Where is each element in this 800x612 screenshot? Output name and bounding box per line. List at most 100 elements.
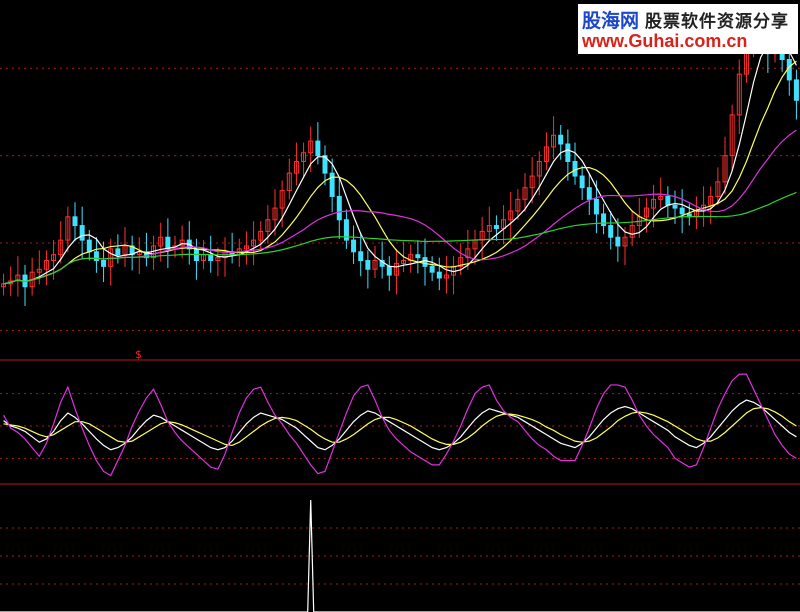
candle <box>229 232 235 264</box>
candle-body <box>436 271 442 279</box>
candle <box>43 250 49 285</box>
candle <box>29 257 35 296</box>
candle <box>736 59 742 135</box>
candle-body <box>165 236 171 250</box>
candle-body <box>79 225 85 241</box>
stock-chart <box>0 7 800 612</box>
candle <box>8 266 14 297</box>
candle <box>36 250 42 285</box>
candle <box>65 206 71 253</box>
candle <box>551 116 557 160</box>
watermark-description: 股票软件资源分享 <box>645 12 790 32</box>
candle <box>451 256 457 295</box>
watermark-url: www.Guhai.com.cn <box>582 31 748 51</box>
candle-body <box>351 239 357 253</box>
candle <box>543 132 549 171</box>
candle <box>522 173 528 212</box>
candle <box>508 192 514 239</box>
candle-body <box>93 251 99 262</box>
kdj-d-line <box>3 407 797 447</box>
candle <box>358 232 364 277</box>
candle <box>365 250 371 289</box>
candle <box>408 244 414 273</box>
candle <box>243 231 249 265</box>
candle-body <box>115 248 121 256</box>
candle <box>658 177 664 209</box>
kdj-j-line <box>3 373 797 477</box>
candle <box>1 273 7 296</box>
candle-body <box>101 260 107 267</box>
candle-body <box>315 140 321 157</box>
candle-body <box>365 260 371 270</box>
candle <box>493 215 499 241</box>
candle <box>22 264 28 306</box>
candle <box>72 202 78 242</box>
candle <box>701 186 707 227</box>
candle <box>151 235 157 270</box>
candle <box>629 211 635 246</box>
candle <box>386 256 392 291</box>
candle-body <box>386 265 392 276</box>
candle <box>486 206 492 241</box>
candle <box>479 216 485 260</box>
candle <box>186 221 192 265</box>
candle <box>579 165 585 200</box>
candle <box>393 248 399 295</box>
kdj-indicator <box>3 373 797 477</box>
candle <box>436 257 442 291</box>
candle <box>308 126 314 172</box>
candle <box>608 211 614 250</box>
candle <box>108 238 114 286</box>
candle-body <box>579 175 585 189</box>
candle <box>443 256 449 294</box>
candle-body <box>565 143 571 162</box>
candle-body <box>336 195 342 221</box>
watermark-logo: 股海网 股票软件资源分享 www.Guhai.com.cn <box>578 4 798 54</box>
candle <box>729 104 735 172</box>
candle <box>665 186 671 218</box>
candle <box>336 177 342 239</box>
candle-body <box>615 236 621 247</box>
candle <box>179 225 185 259</box>
candle-body <box>429 265 435 273</box>
candle-body <box>558 134 564 145</box>
candle <box>793 69 799 120</box>
candle-body <box>601 213 607 227</box>
candle <box>429 256 435 281</box>
candle <box>693 196 699 230</box>
candle-body <box>793 79 799 101</box>
candle-body <box>86 239 92 253</box>
candle <box>136 237 142 274</box>
candle <box>572 142 578 185</box>
candle-body <box>593 198 599 215</box>
signal-marker: $ <box>135 348 142 361</box>
candle-body <box>608 225 614 238</box>
candle <box>415 240 421 274</box>
candle <box>422 238 428 286</box>
candle-body <box>665 195 671 206</box>
candle <box>115 234 121 264</box>
watermark-brand: 股海网 <box>582 10 640 32</box>
candle <box>165 218 171 269</box>
candle-body <box>586 187 592 200</box>
candle-body <box>208 254 214 262</box>
candle <box>143 232 149 267</box>
candle-body <box>672 204 678 209</box>
candle <box>286 158 292 200</box>
candle-body <box>679 207 685 215</box>
candle <box>501 205 507 245</box>
candle <box>15 256 21 297</box>
candle <box>679 189 685 234</box>
candle <box>586 173 592 216</box>
candle <box>193 238 199 280</box>
candle <box>122 227 128 267</box>
candle <box>301 142 307 178</box>
candle <box>79 206 85 260</box>
candle <box>351 225 357 265</box>
candle-body <box>422 257 428 267</box>
candle-body <box>572 160 578 177</box>
candle <box>372 245 378 278</box>
candle-body <box>72 216 78 227</box>
grid-lines <box>0 67 800 585</box>
candle <box>343 209 349 249</box>
